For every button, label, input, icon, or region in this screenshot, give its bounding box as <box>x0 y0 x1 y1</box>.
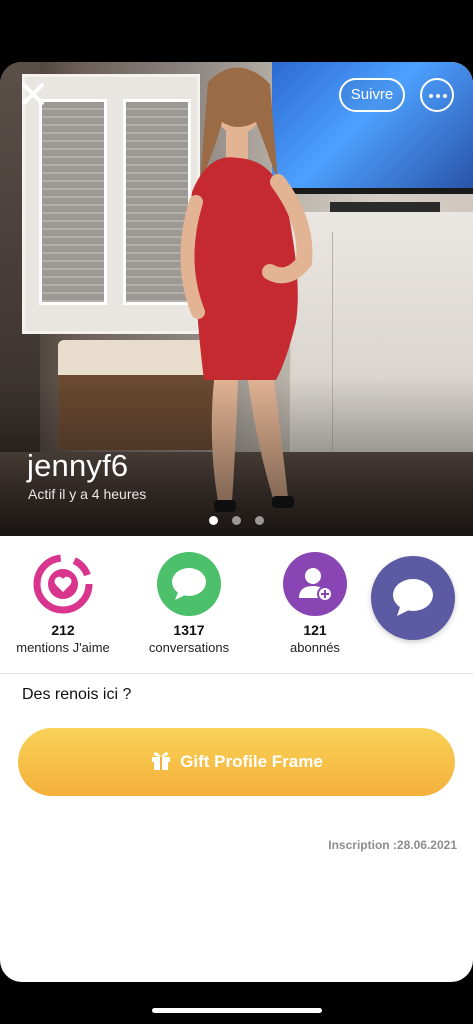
profile-photo[interactable]: Suivre jennyf6 Actif il y a 4 heures <box>0 62 473 536</box>
gift-profile-frame-button[interactable]: Gift Profile Frame <box>18 728 455 796</box>
profile-activity-status: Actif il y a 4 heures <box>28 486 147 502</box>
stat-likes[interactable]: 212 mentions J'aime <box>0 552 133 655</box>
gift-button-label: Gift Profile Frame <box>180 752 323 771</box>
profile-bio: Des renois ici ? <box>22 686 132 703</box>
section-divider <box>0 673 473 674</box>
chat-bubble-icon <box>157 552 221 616</box>
photo-pagination-dots[interactable] <box>209 512 278 525</box>
stat-likes-label: mentions J'aime <box>16 640 110 655</box>
photo-window <box>22 74 200 334</box>
gift-icon <box>152 752 171 770</box>
photo-dot-1[interactable] <box>209 516 218 525</box>
close-icon[interactable] <box>18 82 48 112</box>
follow-button[interactable]: Suivre <box>339 78 405 112</box>
chat-button[interactable] <box>371 556 455 640</box>
add-user-icon <box>283 552 347 616</box>
stat-conversations-label: conversations <box>148 640 230 655</box>
more-icon[interactable] <box>420 78 454 112</box>
chat-bubble-icon <box>393 579 433 616</box>
profile-username: jennyf6 <box>27 448 129 483</box>
photo-dot-3[interactable] <box>255 516 264 525</box>
home-indicator[interactable] <box>152 1008 322 1013</box>
stat-subscribers-value: 121 <box>303 622 327 638</box>
stat-subscribers[interactable]: 121 abonnés <box>245 552 385 655</box>
photo-dot-2[interactable] <box>232 516 241 525</box>
stat-subscribers-label: abonnés <box>290 640 340 655</box>
stat-conversations-value: 1317 <box>173 622 205 638</box>
heart-ring-icon <box>31 552 95 616</box>
stat-likes-value: 212 <box>51 622 75 638</box>
stat-conversations[interactable]: 1317 conversations <box>119 552 259 655</box>
profile-sheet: Suivre jennyf6 Actif il y a 4 heures 212… <box>0 62 473 982</box>
signup-date: Inscription :28.06.2021 <box>328 838 457 852</box>
